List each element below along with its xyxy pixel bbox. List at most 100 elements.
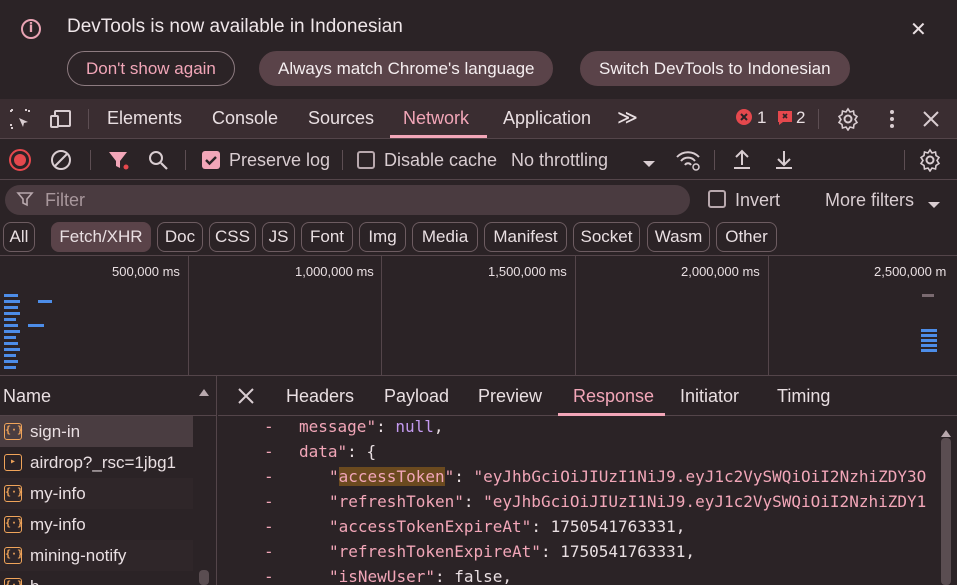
tab-headers[interactable]: Headers — [286, 386, 354, 407]
chevron-down-icon[interactable] — [642, 154, 656, 167]
fetch-icon: {·} — [4, 485, 23, 502]
filter-chip-other[interactable]: Other — [716, 222, 777, 252]
request-row[interactable]: {·} b... — [0, 571, 193, 585]
chevron-down-icon[interactable] — [927, 195, 941, 208]
filter-row: Filter Invert More filters — [0, 180, 957, 220]
detail-tabbar: Headers Payload Preview Response Initiat… — [218, 376, 957, 416]
filter-funnel-icon[interactable] — [106, 148, 130, 172]
filter-chip-wasm[interactable]: Wasm — [647, 222, 710, 252]
devtools-tabbar: Elements Console Sources Network Applica… — [0, 99, 957, 139]
filter-placeholder: Filter — [45, 190, 85, 210]
tab-sources[interactable]: Sources — [308, 108, 374, 129]
device-toolbar-icon[interactable] — [49, 107, 73, 131]
overview-tick: 1,500,000 ms — [488, 264, 567, 279]
tab-network[interactable]: Network — [403, 108, 469, 129]
disable-cache-checkbox[interactable] — [357, 151, 375, 169]
filter-input[interactable] — [5, 185, 690, 215]
error-count[interactable]: 1 — [757, 108, 766, 128]
network-toolbar: Preserve log Disable cache No throttling — [0, 140, 957, 180]
filter-chip-css[interactable]: CSS — [209, 222, 256, 252]
request-name: my-info — [30, 484, 86, 503]
filter-chip-all[interactable]: All — [3, 222, 35, 252]
fetch-icon: {·} — [4, 547, 23, 564]
filter-chip-fetch-xhr[interactable]: Fetch/XHR — [51, 222, 151, 252]
name-column-header[interactable]: Name — [0, 376, 216, 416]
inspect-element-icon[interactable] — [8, 107, 32, 131]
tab-preview[interactable]: Preview — [478, 386, 542, 407]
close-detail-icon[interactable] — [236, 386, 256, 406]
always-match-language-button[interactable]: Always match Chrome's language — [259, 51, 554, 86]
request-row[interactable]: {·} mining-notify — [0, 540, 193, 571]
json-key: refreshTokenExpireAt — [338, 542, 532, 561]
throttling-select[interactable]: No throttling — [511, 150, 608, 171]
language-infobar: i DevTools is now available in Indonesia… — [0, 0, 957, 99]
tab-console[interactable]: Console — [212, 108, 278, 129]
request-name: airdrop?_rsc=1jbg1 — [30, 453, 177, 472]
tab-application[interactable]: Application — [503, 108, 591, 129]
request-name: my-info — [30, 515, 86, 534]
invert-label[interactable]: Invert — [735, 190, 780, 211]
request-row[interactable]: {·} my-info — [0, 509, 193, 540]
filter-chip-font[interactable]: Font — [301, 222, 353, 252]
info-icon: i — [21, 19, 41, 39]
scroll-up-icon[interactable] — [940, 423, 952, 437]
network-overview[interactable]: 500,000 ms 1,000,000 ms 1,500,000 ms 2,0… — [0, 256, 957, 376]
response-scrollbar[interactable] — [941, 438, 951, 585]
request-list: Name {·} sign-in ▸ airdrop?_rsc=1jbg1 {·… — [0, 376, 217, 585]
response-body[interactable]: - message": null, - data": { - "accessTo… — [218, 417, 938, 585]
preserve-log-label[interactable]: Preserve log — [229, 150, 330, 171]
request-row[interactable]: {·} sign-in — [0, 416, 193, 447]
issue-count[interactable]: 2 — [796, 108, 805, 128]
request-row[interactable]: {·} my-info — [0, 478, 193, 509]
json-value: null — [395, 417, 434, 436]
filter-chip-socket[interactable]: Socket — [573, 222, 640, 252]
tab-timing[interactable]: Timing — [777, 386, 830, 407]
network-settings-icon[interactable] — [918, 148, 942, 173]
json-key: isNewUser — [338, 567, 426, 585]
export-har-icon[interactable] — [772, 148, 796, 172]
request-list-scrollbar[interactable] — [199, 570, 209, 585]
network-conditions-icon[interactable] — [675, 148, 700, 172]
active-tab-indicator — [390, 135, 487, 138]
active-detail-tab-indicator — [558, 413, 665, 416]
request-name: sign-in — [30, 422, 81, 441]
more-filters-button[interactable]: More filters — [825, 190, 914, 211]
tab-initiator[interactable]: Initiator — [680, 386, 739, 407]
json-key: message — [299, 417, 367, 436]
dont-show-again-button[interactable]: Don't show again — [67, 51, 235, 86]
document-icon: ▸ — [4, 454, 22, 471]
request-row[interactable]: ▸ airdrop?_rsc=1jbg1 — [0, 447, 193, 478]
search-icon[interactable] — [146, 148, 170, 172]
more-options-icon[interactable] — [880, 107, 904, 131]
json-key: data — [299, 442, 338, 461]
filter-chip-media[interactable]: Media — [412, 222, 478, 252]
infobar-message: DevTools is now available in Indonesian — [67, 16, 403, 37]
error-icon[interactable] — [735, 108, 753, 126]
issues-icon[interactable] — [776, 109, 794, 127]
disable-cache-label[interactable]: Disable cache — [384, 150, 497, 171]
invert-checkbox[interactable] — [708, 190, 726, 208]
stop-recording-icon[interactable] — [8, 148, 32, 172]
scroll-up-icon[interactable] — [198, 382, 210, 396]
filter-chip-js[interactable]: JS — [262, 222, 295, 252]
filter-chip-manifest[interactable]: Manifest — [484, 222, 567, 252]
json-value: 1750541763331, — [550, 517, 686, 536]
tab-elements[interactable]: Elements — [107, 108, 182, 129]
preserve-log-checkbox[interactable] — [202, 151, 220, 169]
request-detail-pane: Headers Payload Preview Response Initiat… — [218, 376, 957, 585]
close-icon[interactable]: ✕ — [910, 17, 927, 41]
settings-gear-icon[interactable] — [836, 107, 860, 132]
more-tabs-icon[interactable]: ≫ — [617, 105, 638, 130]
clear-log-icon[interactable] — [49, 148, 73, 172]
json-value: "eyJhbGciOiJIUzI1NiJ9.eyJ1c2VySWQiOiI2Nz… — [483, 492, 927, 511]
json-value: 1750541763331, — [560, 542, 696, 561]
close-devtools-icon[interactable] — [919, 107, 943, 131]
tab-response[interactable]: Response — [573, 386, 654, 407]
overview-tick: 1,000,000 ms — [295, 264, 374, 279]
filter-chip-doc[interactable]: Doc — [157, 222, 203, 252]
json-key: accessTokenExpireAt — [338, 517, 522, 536]
filter-chip-img[interactable]: Img — [359, 222, 406, 252]
switch-language-button[interactable]: Switch DevTools to Indonesian — [580, 51, 850, 86]
import-har-icon[interactable] — [730, 148, 754, 172]
tab-payload[interactable]: Payload — [384, 386, 449, 407]
